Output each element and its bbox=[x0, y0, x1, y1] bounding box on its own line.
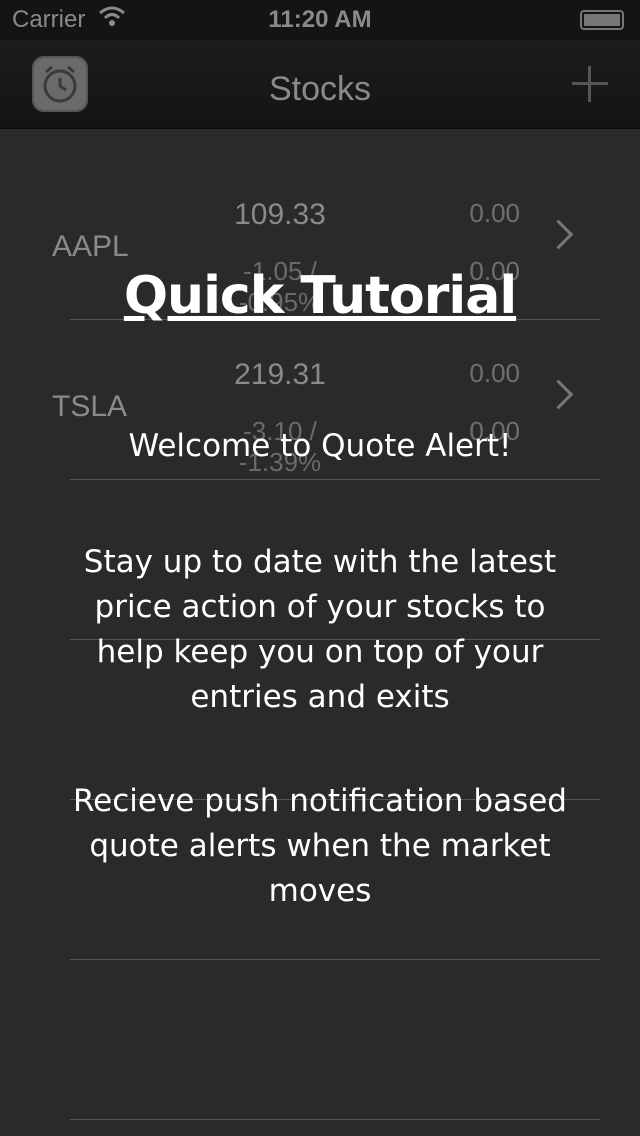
tutorial-welcome: Welcome to Quote Alert! bbox=[128, 428, 512, 464]
tutorial-paragraph-1: Stay up to date with the latest price ac… bbox=[83, 544, 557, 715]
tutorial-title: Quick Tutorial bbox=[123, 266, 517, 326]
tutorial-paragraph-2: Recieve push notification based quote al… bbox=[73, 783, 567, 909]
tutorial-overlay[interactable]: Quick Tutorial Welcome to Quote Alert! S… bbox=[0, 0, 640, 1136]
